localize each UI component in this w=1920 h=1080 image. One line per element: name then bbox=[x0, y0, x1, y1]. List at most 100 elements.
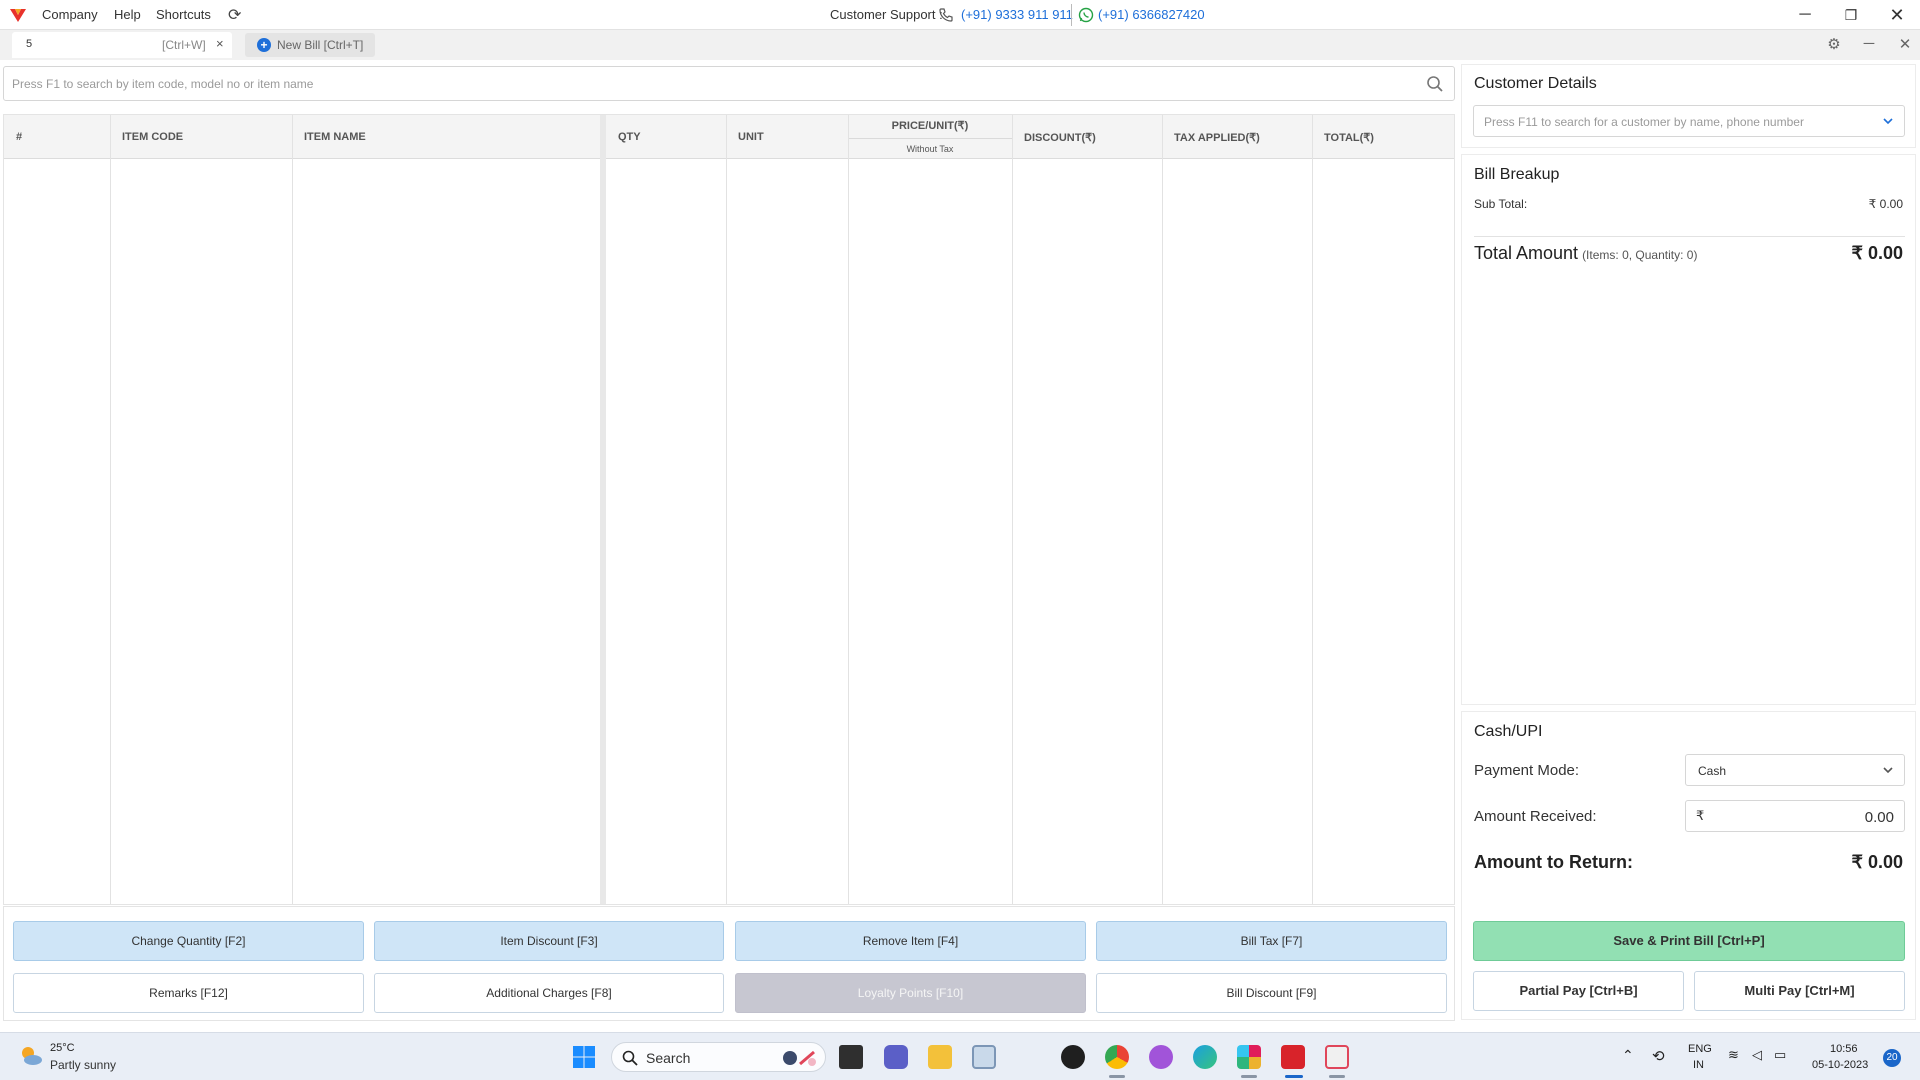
task-view-icon[interactable] bbox=[839, 1045, 863, 1069]
teams-chat-icon[interactable] bbox=[884, 1045, 908, 1069]
notification-badge[interactable]: 20 bbox=[1883, 1049, 1901, 1067]
partial-pay-button[interactable]: Partial Pay [Ctrl+B] bbox=[1473, 971, 1684, 1011]
restore-window-icon[interactable]: ❐ bbox=[1836, 4, 1866, 26]
item-search-box bbox=[3, 66, 1455, 101]
header-price-divider bbox=[848, 138, 1012, 139]
clock-time[interactable]: 10:56 bbox=[1830, 1043, 1858, 1055]
language-bottom[interactable]: IN bbox=[1693, 1059, 1704, 1071]
support-phone-link[interactable]: (+91) 9333 911 911 bbox=[961, 7, 1073, 22]
remote-desktop-icon[interactable] bbox=[972, 1045, 996, 1069]
customer-details-panel: Customer Details bbox=[1461, 64, 1916, 148]
total-amount-label: Total Amount (Items: 0, Quantity: 0) bbox=[1474, 243, 1697, 264]
chevron-down-icon bbox=[1883, 767, 1893, 774]
menu-company[interactable]: Company bbox=[42, 7, 98, 22]
table-header: # ITEM CODE ITEM NAME QTY UNIT PRICE/UNI… bbox=[4, 115, 1454, 159]
payment-mode-select[interactable]: Cash bbox=[1685, 754, 1905, 786]
bill-breakup-panel: Bill Breakup Sub Total: ₹ 0.00 Total Amo… bbox=[1461, 154, 1916, 705]
windows-start-icon[interactable] bbox=[572, 1045, 596, 1069]
amount-to-return-label: Amount to Return: bbox=[1474, 852, 1633, 872]
file-explorer-icon[interactable] bbox=[928, 1045, 952, 1069]
search-highlight-icon bbox=[783, 1050, 816, 1066]
amount-to-return-value: ₹ 0.00 bbox=[1851, 852, 1904, 872]
snipping-tool-icon[interactable] bbox=[1325, 1045, 1349, 1069]
wifi-icon[interactable]: ≋ bbox=[1728, 1047, 1739, 1063]
show-hidden-icons-chevron-icon[interactable]: ⌃ bbox=[1622, 1047, 1634, 1064]
slack-icon[interactable] bbox=[1237, 1045, 1261, 1069]
bill-tax-button[interactable]: Bill Tax [F7] bbox=[1096, 921, 1447, 961]
header-total: TOTAL(₹) bbox=[1324, 131, 1374, 144]
whatsapp-phone-link[interactable]: (+91) 6366827420 bbox=[1098, 7, 1205, 22]
save-print-bill-button[interactable]: Save & Print Bill [Ctrl+P] bbox=[1473, 921, 1905, 961]
close-panel-icon[interactable]: ✕ bbox=[1894, 35, 1916, 53]
amount-received-input[interactable] bbox=[1724, 807, 1894, 827]
phone-icon bbox=[939, 8, 953, 22]
plus-icon: + bbox=[257, 38, 271, 52]
new-bill-button[interactable]: + New Bill [Ctrl+T] bbox=[245, 33, 376, 57]
search-icon[interactable] bbox=[1426, 75, 1444, 93]
total-amount-text: Total Amount bbox=[1474, 243, 1579, 263]
column-divider bbox=[1312, 115, 1313, 904]
header-item-name: ITEM NAME bbox=[304, 131, 366, 143]
billing-app-active-indicator bbox=[1285, 1075, 1303, 1078]
column-divider bbox=[110, 115, 111, 904]
item-search-input[interactable] bbox=[12, 74, 1392, 94]
multi-pay-button[interactable]: Multi Pay [Ctrl+M] bbox=[1694, 971, 1905, 1011]
item-discount-button[interactable]: Item Discount [F3] bbox=[374, 921, 724, 961]
payment-title: Cash/UPI bbox=[1474, 723, 1543, 740]
total-amount-value: ₹ 0.00 bbox=[1851, 243, 1904, 263]
snipping-active-indicator bbox=[1329, 1075, 1345, 1078]
menu-help[interactable]: Help bbox=[114, 7, 141, 22]
edge-icon[interactable] bbox=[1193, 1045, 1217, 1069]
volume-icon[interactable]: ◁ bbox=[1752, 1047, 1762, 1063]
action-buttons-panel: Change Quantity [F2] Item Discount [F3] … bbox=[3, 906, 1455, 1021]
sub-total-value: ₹ 0.00 bbox=[1868, 197, 1903, 211]
header-discount: DISCOUNT(₹) bbox=[1024, 131, 1096, 144]
sync-icon[interactable]: ⟲ bbox=[1652, 1047, 1665, 1065]
header-tax-applied: TAX APPLIED(₹) bbox=[1174, 131, 1260, 144]
remove-item-button[interactable]: Remove Item [F4] bbox=[735, 921, 1086, 961]
change-quantity-button[interactable]: Change Quantity [F2] bbox=[13, 921, 364, 961]
payment-mode-label: Payment Mode: bbox=[1474, 762, 1580, 779]
refresh-icon[interactable]: ⟳ bbox=[228, 5, 241, 25]
additional-charges-button[interactable]: Additional Charges [F8] bbox=[374, 973, 724, 1013]
header-price-subtitle: Without Tax bbox=[906, 144, 954, 154]
column-divider bbox=[848, 115, 849, 904]
menu-shortcuts[interactable]: Shortcuts bbox=[156, 7, 211, 22]
billing-app-icon[interactable] bbox=[1281, 1045, 1305, 1069]
breakup-divider bbox=[1474, 236, 1905, 237]
settings-gear-icon[interactable]: ⚙ bbox=[1823, 35, 1845, 53]
clock-date[interactable]: 05-10-2023 bbox=[1812, 1059, 1868, 1071]
column-divider bbox=[1162, 115, 1163, 904]
bill-breakup-title: Bill Breakup bbox=[1474, 166, 1560, 183]
remarks-button[interactable]: Remarks [F12] bbox=[13, 973, 364, 1013]
minimize-window-icon[interactable]: ─ bbox=[1790, 4, 1820, 26]
header-index: # bbox=[16, 131, 23, 143]
language-top[interactable]: ENG bbox=[1688, 1043, 1712, 1055]
chevron-down-icon[interactable] bbox=[1882, 115, 1894, 127]
loyalty-points-button: Loyalty Points [F10] bbox=[735, 973, 1086, 1013]
amount-received-field: ₹ bbox=[1685, 800, 1905, 832]
bill-tab-active[interactable]: 5 [Ctrl+W] × bbox=[12, 32, 232, 58]
battery-icon[interactable]: ▭ bbox=[1774, 1047, 1786, 1063]
sub-total-label: Sub Total: bbox=[1474, 197, 1528, 211]
taskbar-search-box[interactable]: Search bbox=[611, 1042, 826, 1072]
bill-discount-button[interactable]: Bill Discount [F9] bbox=[1096, 973, 1447, 1013]
obs-studio-icon[interactable] bbox=[1061, 1045, 1085, 1069]
close-tab-icon[interactable]: × bbox=[216, 36, 224, 51]
weather-partly-sunny-icon[interactable] bbox=[18, 1043, 44, 1069]
app-logo-icon bbox=[10, 9, 26, 22]
header-price-unit-label: PRICE/UNIT(₹) bbox=[891, 120, 969, 132]
total-amount-meta: (Items: 0, Quantity: 0) bbox=[1582, 248, 1698, 262]
weather-temperature: 25°C bbox=[50, 1042, 75, 1054]
chrome-icon[interactable] bbox=[1105, 1045, 1129, 1069]
customer-search-input[interactable] bbox=[1484, 112, 1864, 132]
slack-active-indicator bbox=[1241, 1075, 1257, 1078]
taskbar-search-label: Search bbox=[646, 1050, 691, 1066]
close-window-icon[interactable]: ✕ bbox=[1882, 4, 1912, 26]
column-divider bbox=[292, 115, 293, 904]
support-label: Customer Support : bbox=[830, 7, 943, 22]
column-divider bbox=[726, 115, 727, 904]
column-resize-handle[interactable] bbox=[600, 115, 606, 904]
w-app-icon[interactable] bbox=[1149, 1045, 1173, 1069]
minimize-panel-icon[interactable]: ─ bbox=[1858, 35, 1880, 52]
